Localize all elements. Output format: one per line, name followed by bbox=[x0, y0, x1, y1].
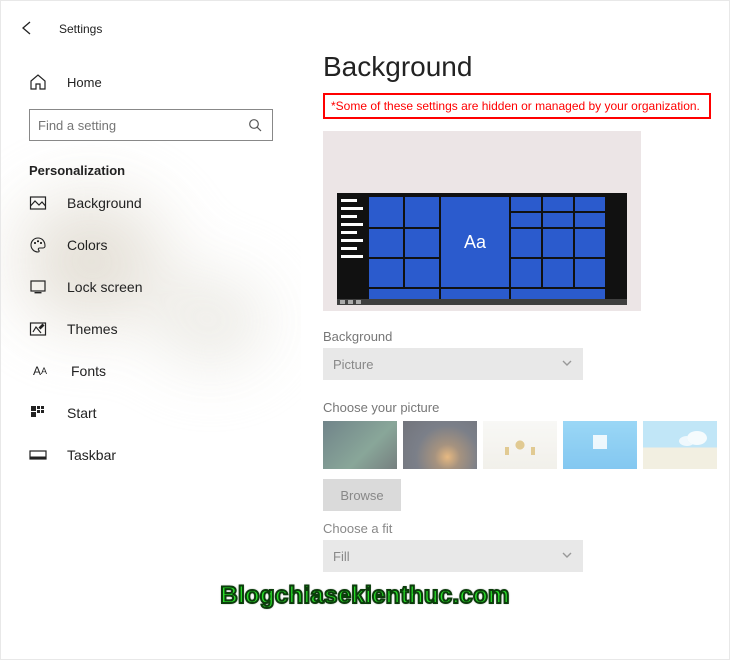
background-dropdown-label: Background bbox=[323, 329, 729, 344]
themes-icon bbox=[29, 320, 47, 338]
start-icon bbox=[29, 404, 47, 422]
picture-thumb[interactable] bbox=[403, 421, 477, 469]
sidebar-item-themes[interactable]: Themes bbox=[29, 308, 273, 350]
background-dropdown-value: Picture bbox=[333, 357, 373, 372]
search-input[interactable] bbox=[38, 118, 246, 133]
sidebar-item-taskbar[interactable]: Taskbar bbox=[29, 434, 273, 476]
sidebar-item-label: Lock screen bbox=[67, 279, 142, 295]
preview-desktop: Aa bbox=[337, 193, 627, 305]
search-icon bbox=[246, 116, 264, 134]
sidebar-item-label: Fonts bbox=[71, 363, 106, 379]
choose-picture-label: Choose your picture bbox=[323, 400, 729, 415]
sidebar-item-fonts[interactable]: AA Fonts bbox=[29, 350, 273, 392]
background-preview: Aa bbox=[323, 131, 641, 311]
sidebar-item-label: Taskbar bbox=[67, 447, 116, 463]
main-panel: Background *Some of these settings are h… bbox=[301, 1, 729, 659]
home-icon bbox=[29, 73, 47, 91]
sidebar-item-colors[interactable]: Colors bbox=[29, 224, 273, 266]
sidebar-item-label: Colors bbox=[67, 237, 107, 253]
chevron-down-icon bbox=[561, 549, 573, 564]
fit-dropdown-value: Fill bbox=[333, 549, 350, 564]
section-title: Personalization bbox=[29, 163, 273, 178]
palette-icon bbox=[29, 236, 47, 254]
picture-thumb[interactable] bbox=[483, 421, 557, 469]
picture-thumb[interactable] bbox=[323, 421, 397, 469]
home-nav[interactable]: Home bbox=[29, 61, 273, 103]
sidebar-item-label: Start bbox=[67, 405, 97, 421]
picture-thumbnails bbox=[323, 421, 729, 469]
home-label: Home bbox=[67, 75, 102, 90]
back-button[interactable] bbox=[19, 20, 35, 39]
settings-window: Settings Home Personalization Background bbox=[0, 0, 730, 660]
organization-warning: *Some of these settings are hidden or ma… bbox=[323, 93, 711, 119]
app-title: Settings bbox=[59, 22, 102, 36]
browse-button[interactable]: Browse bbox=[323, 479, 401, 511]
chevron-down-icon bbox=[561, 357, 573, 372]
lockscreen-icon bbox=[29, 278, 47, 296]
picture-thumb[interactable] bbox=[643, 421, 717, 469]
sidebar-item-lockscreen[interactable]: Lock screen bbox=[29, 266, 273, 308]
choose-fit-label: Choose a fit bbox=[323, 521, 729, 536]
page-title: Background bbox=[323, 51, 729, 83]
fit-dropdown[interactable]: Fill bbox=[323, 540, 583, 572]
sidebar: Settings Home Personalization Background bbox=[1, 1, 301, 659]
sidebar-item-background[interactable]: Background bbox=[29, 182, 273, 224]
sidebar-item-label: Background bbox=[67, 195, 142, 211]
picture-thumb[interactable] bbox=[563, 421, 637, 469]
sidebar-item-start[interactable]: Start bbox=[29, 392, 273, 434]
background-dropdown[interactable]: Picture bbox=[323, 348, 583, 380]
sidebar-item-label: Themes bbox=[67, 321, 118, 337]
taskbar-icon bbox=[29, 446, 47, 464]
picture-icon bbox=[29, 194, 47, 212]
fonts-icon: AA bbox=[29, 362, 51, 380]
preview-sample-text: Aa bbox=[441, 197, 509, 287]
titlebar: Settings bbox=[19, 11, 273, 47]
search-box[interactable] bbox=[29, 109, 273, 141]
